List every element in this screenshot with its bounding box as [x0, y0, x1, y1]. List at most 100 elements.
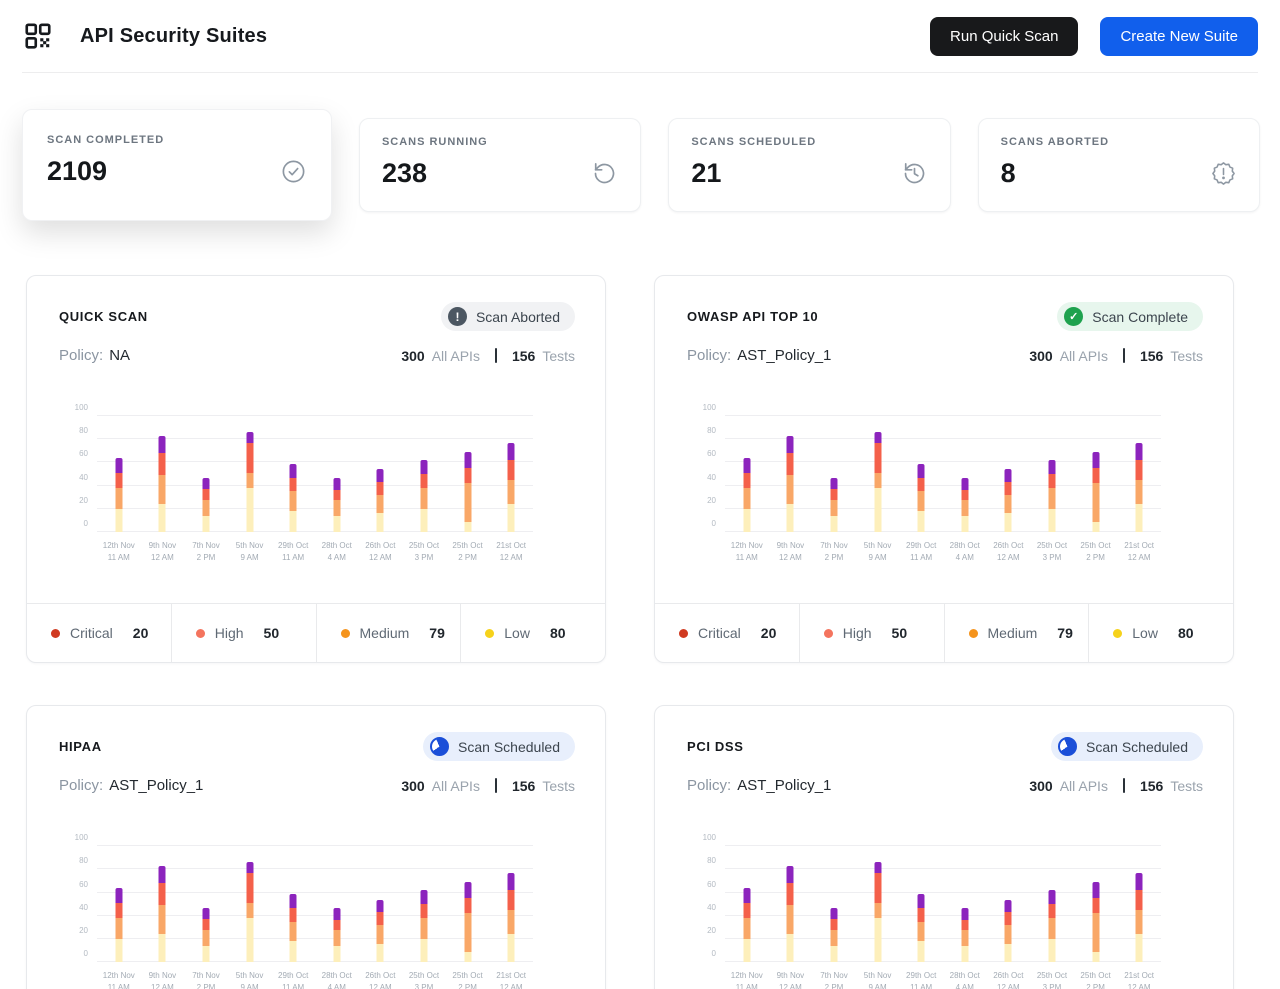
stat-value: 2109	[47, 156, 108, 186]
legend-dot	[195, 628, 205, 638]
bar-segment-low	[158, 934, 166, 963]
bar-segment-low	[874, 918, 882, 963]
stacked-bar	[289, 463, 297, 532]
stacked-bar	[743, 457, 751, 532]
severity-trend-chart: 0 20 40 60 80 100 12th Nov 11 AM 9th Nov 12 AM 7t…	[27, 794, 605, 989]
x-axis-label: 21st Oct 12 AM	[1124, 971, 1155, 989]
x-axis-label: 28th Oct 4 AM	[949, 541, 980, 562]
x-axis-label: 7th Nov 2 PM	[192, 971, 220, 989]
x-axis-label: 25th Oct 3 PM	[1036, 541, 1068, 562]
bar-segment-high	[115, 472, 123, 488]
bar-segment-medium	[874, 903, 882, 919]
bar-segment-high	[961, 490, 969, 500]
y-axis-tick: 100	[74, 833, 88, 843]
bar-segment-critical	[376, 899, 384, 913]
legend-label: High	[842, 625, 872, 642]
status-label: Scan Aborted	[475, 308, 560, 325]
alert-seal-icon	[1210, 160, 1237, 187]
bar-segment-medium	[202, 929, 210, 946]
bar-segment-medium	[743, 918, 751, 939]
x-axis-label: 29th Oct 11 AM	[278, 971, 309, 989]
severity-trend-chart: 0 20 40 60 80 100 12th Nov 11 AM 9th Nov 12 AM 7t…	[27, 364, 605, 563]
check-circle-icon	[280, 158, 307, 185]
bar-segment-high	[202, 919, 210, 930]
tests-count: 156	[1139, 347, 1164, 364]
x-axis-label: 26th Oct 12 AM	[365, 541, 396, 562]
stat-card[interactable]: SCANS ABORTED 8	[977, 118, 1260, 212]
run-quick-scan-button[interactable]: Run Quick Scan	[930, 16, 1079, 56]
stacked-bar	[464, 451, 472, 532]
stacked-bar	[1135, 872, 1143, 963]
apis-label: All APIs	[431, 777, 480, 794]
stats-divider	[494, 348, 497, 363]
bar-segment-high	[1004, 482, 1012, 495]
legend-item: Low 80	[1089, 604, 1233, 662]
bar-segment-medium	[1092, 913, 1100, 952]
bar-segment-medium	[115, 487, 123, 509]
suite-card[interactable]: QUICK SCAN ! Scan Aborted Policy: NA 300 …	[26, 275, 606, 664]
bar-segment-medium	[786, 475, 794, 505]
bar-segment-critical	[917, 893, 925, 908]
bar-segment-critical	[917, 463, 925, 478]
stacked-bar	[1004, 469, 1012, 532]
bar-segment-low	[376, 943, 384, 963]
bar-segment-medium	[1135, 479, 1143, 505]
x-axis-label: 25th Oct 3 PM	[1036, 971, 1068, 989]
x-axis-label: 12th Nov 11 AM	[102, 971, 135, 989]
bar-segment-critical	[743, 887, 751, 904]
bar-segment-high	[333, 920, 341, 930]
legend-value: 20	[132, 625, 149, 642]
suite-card[interactable]: HIPAA Scan Scheduled Policy: AST_Policy_1…	[26, 705, 606, 989]
chart-x-axis: 12th Nov 11 AM 9th Nov 12 AM 7th Nov 2 PM 5th …	[725, 540, 1161, 563]
stats-divider	[494, 778, 497, 794]
stat-label: SCANS SCHEDULED	[691, 136, 817, 148]
stat-card[interactable]: SCAN COMPLETED 2109	[22, 109, 332, 221]
stacked-bar	[115, 457, 123, 532]
legend-item: Medium 79	[945, 604, 1090, 663]
bar-segment-low	[961, 945, 969, 963]
stacked-bar	[246, 862, 254, 963]
legend-item: Medium 79	[317, 604, 462, 663]
stat-card[interactable]: SCANS SCHEDULED 21	[668, 118, 951, 212]
bar-segment-high	[376, 482, 384, 495]
create-new-suite-button[interactable]: Create New Suite	[1100, 16, 1258, 56]
bar-segment-critical	[786, 865, 794, 884]
bar-segment-medium	[289, 491, 297, 512]
legend-dot	[968, 628, 978, 638]
stat-card[interactable]: SCANS RUNNING 238	[358, 118, 642, 212]
bar-segment-critical	[1092, 451, 1100, 469]
bar-segment-critical	[961, 477, 969, 491]
bar-segment-low	[246, 487, 254, 532]
y-axis-tick: 60	[707, 879, 716, 889]
suite-title: OWASP API TOP 10	[687, 309, 819, 324]
y-axis-tick: 100	[702, 833, 716, 843]
bar-segment-medium	[420, 918, 428, 939]
bar-segment-medium	[1048, 487, 1056, 509]
y-axis-tick: 60	[707, 449, 716, 459]
legend-dot	[340, 628, 350, 638]
bar-segment-low	[420, 508, 428, 532]
legend-label: Low	[1132, 625, 1158, 642]
stat-label: SCANS ABORTED	[1000, 136, 1110, 148]
policy: Policy: AST_Policy_1	[687, 777, 831, 794]
bar-segment-high	[289, 477, 297, 492]
bar-segment-low	[743, 508, 751, 532]
bar-segment-high	[246, 872, 254, 904]
legend-label: Critical	[70, 625, 113, 642]
bar-segment-medium	[420, 487, 428, 509]
severity-legend: Critical 20 High 50 Medium 79 Low 80	[27, 603, 605, 663]
policy: Policy: AST_Policy_1	[687, 347, 831, 364]
bar-segment-high	[289, 907, 297, 922]
suite-card[interactable]: OWASP API TOP 10 ✓ Scan Complete Policy:…	[654, 275, 1234, 664]
bar-segment-critical	[115, 457, 123, 473]
stacked-bar	[1048, 460, 1056, 532]
bar-segment-high	[743, 903, 751, 919]
suite-card[interactable]: PCI DSS Scan Scheduled Policy: AST_Policy…	[654, 705, 1234, 989]
stacked-bar	[743, 887, 751, 963]
y-axis-tick: 0	[711, 949, 716, 959]
stacked-bar	[507, 872, 515, 963]
history-clock-icon	[901, 160, 928, 187]
bar-segment-medium	[917, 921, 925, 942]
api-stats: 300 All APIs 156 Tests	[401, 348, 575, 364]
legend-dot	[1113, 628, 1123, 638]
